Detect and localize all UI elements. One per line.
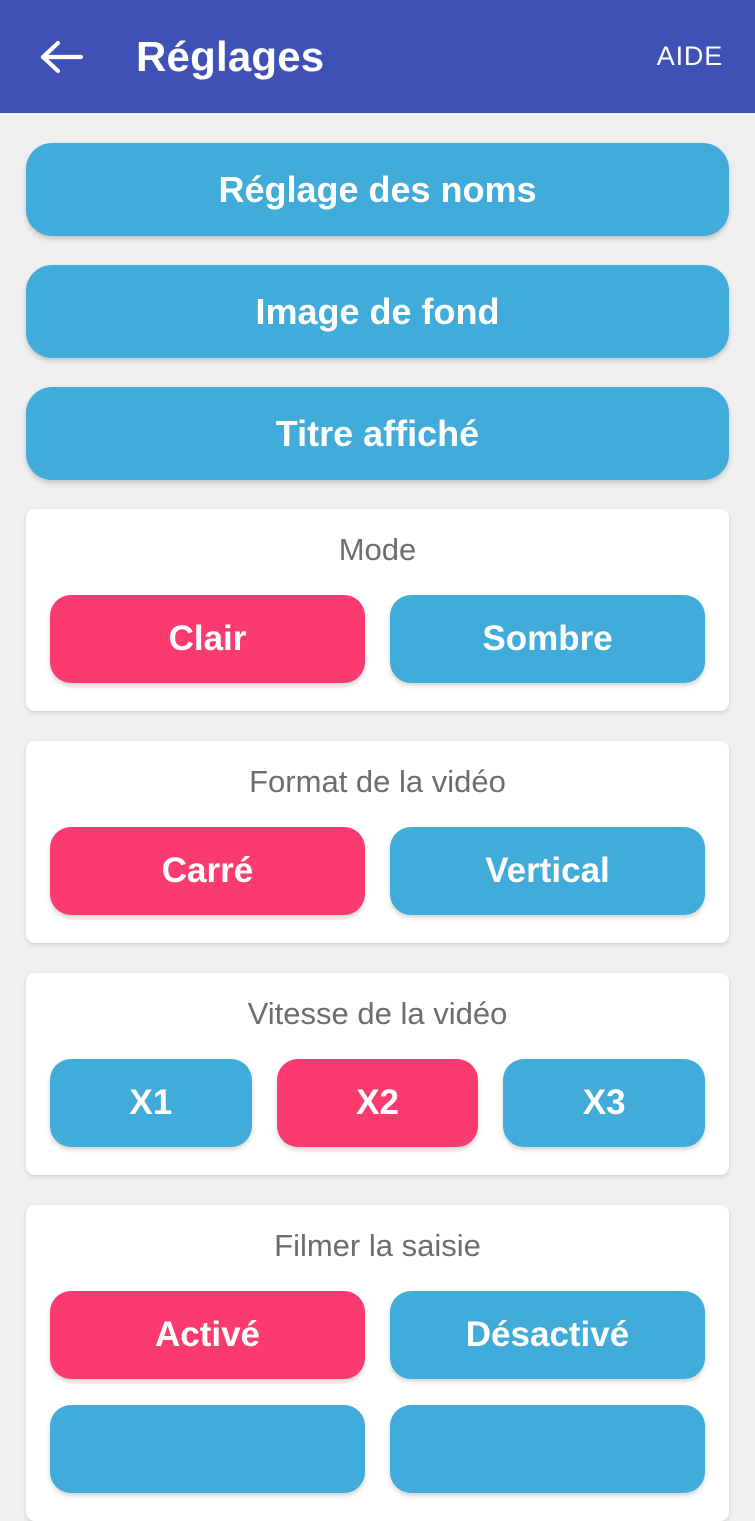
option-format-vertical[interactable]: Vertical [390,827,705,916]
nav-button-displayed-title[interactable]: Titre affiché [26,387,729,480]
option-row-record-input: Activé Désactivé [50,1291,705,1380]
setting-card-video-speed: Vitesse de la vidéo X1 X2 X3 [26,973,729,1176]
setting-label-video-format: Format de la vidéo [249,764,506,800]
app-bar: Réglages AIDE [0,0,755,113]
option-row-video-format: Carré Vertical [50,827,705,916]
help-button[interactable]: AIDE [651,33,729,80]
option-speed-x2[interactable]: X2 [276,1059,479,1148]
option-record-secondary-left[interactable] [50,1405,365,1494]
option-mode-sombre[interactable]: Sombre [390,595,705,684]
option-record-active[interactable]: Activé [50,1291,365,1380]
setting-card-video-format: Format de la vidéo Carré Vertical [26,741,729,944]
option-mode-clair[interactable]: Clair [50,595,365,684]
nav-button-background-image[interactable]: Image de fond [26,265,729,358]
option-record-inactive[interactable]: Désactivé [390,1291,705,1380]
option-format-carre[interactable]: Carré [50,827,365,916]
arrow-left-icon [39,37,85,77]
setting-card-record-input: Filmer la saisie Activé Désactivé [26,1205,729,1521]
option-row-record-input-secondary [50,1405,705,1494]
setting-card-mode: Mode Clair Sombre [26,509,729,712]
option-speed-x1[interactable]: X1 [50,1059,252,1148]
page-title: Réglages [136,32,325,80]
settings-list: Réglage des noms Image de fond Titre aff… [0,113,755,1521]
option-row-video-speed: X1 X2 X3 [50,1059,706,1148]
nav-button-names[interactable]: Réglage des noms [26,143,729,236]
option-speed-x3[interactable]: X3 [503,1059,706,1148]
setting-label-mode: Mode [338,532,417,567]
back-button[interactable] [34,29,90,85]
option-record-secondary-right[interactable] [390,1405,705,1494]
setting-label-record-input: Filmer la saisie [274,1228,481,1264]
setting-label-video-speed: Vitesse de la vidéo [247,996,508,1032]
option-row-mode: Clair Sombre [50,595,705,684]
